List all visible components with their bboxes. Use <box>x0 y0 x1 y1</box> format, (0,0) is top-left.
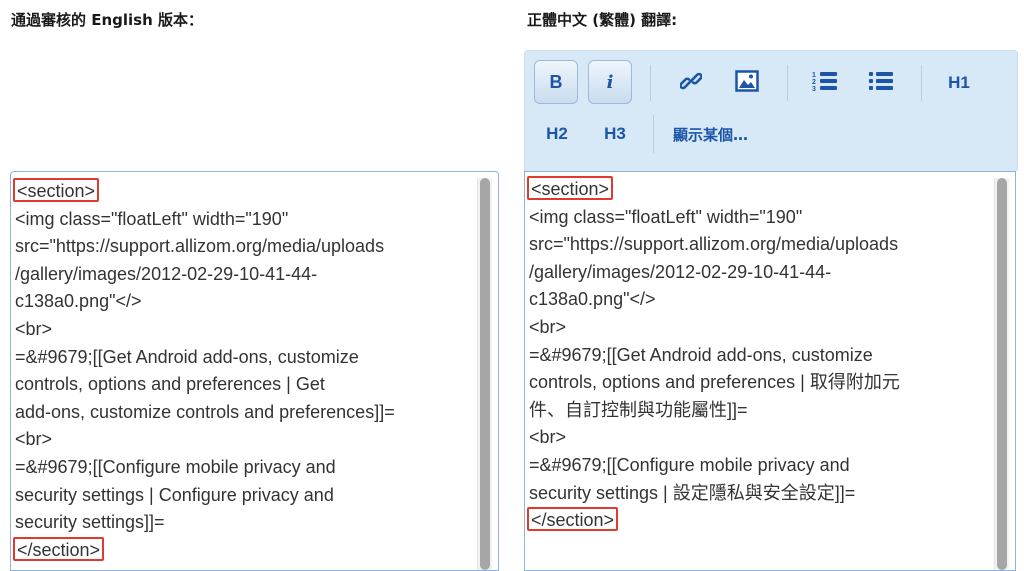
translation-textarea[interactable]: <section> <img class="floatLeft" width="… <box>524 171 1016 571</box>
code-line: src="https://support.allizom.org/media/u… <box>529 234 899 255</box>
scrollbar-thumb[interactable] <box>480 178 490 570</box>
code-line: <br> <box>15 318 53 339</box>
show-more-button[interactable]: 顯示某個… <box>673 118 748 150</box>
svg-text:1: 1 <box>812 72 816 79</box>
toolbar-separator <box>653 115 654 153</box>
code-line: <img class="floatLeft" width="190" <box>529 206 803 227</box>
bullet-list-icon <box>868 69 894 98</box>
code-line: src="https://support.allizom.org/media/u… <box>15 236 385 257</box>
code-line: =&#9679;[[Get Android add-ons, customize <box>529 344 873 365</box>
code-line: security settings | 設定隱私與安全設定]]= <box>529 482 856 503</box>
numbered-list-icon: 1 2 3 <box>812 69 838 98</box>
code-line: c138a0.png"</> <box>15 291 142 312</box>
code-line: 件、自訂控制與功能屬性]]= <box>529 399 748 420</box>
code-line: <br> <box>15 429 53 450</box>
h1-button[interactable]: H1 <box>939 67 979 99</box>
code-line: =&#9679;[[Configure mobile privacy and <box>15 456 336 477</box>
numbered-list-button[interactable]: 1 2 3 <box>809 67 841 99</box>
code-line: <br> <box>529 427 567 448</box>
scrollbar[interactable] <box>994 178 1009 570</box>
svg-text:2: 2 <box>812 79 816 86</box>
image-button[interactable] <box>731 67 763 99</box>
code-line: add-ons, customize controls and preferen… <box>15 401 395 422</box>
code-line: security settings | Configure privacy an… <box>15 484 334 505</box>
scrollbar-thumb[interactable] <box>997 178 1007 570</box>
code-line: /gallery/images/2012-02-29-10-41-44- <box>529 261 832 282</box>
code-line: /gallery/images/2012-02-29-10-41-44- <box>15 263 318 284</box>
translation-heading: 正體中文 (繁體) 翻譯: <box>527 11 678 29</box>
source-textarea[interactable]: <section> <img class="floatLeft" width="… <box>10 171 499 571</box>
section-close-highlight: </section> <box>13 536 105 561</box>
h3-button[interactable]: H3 <box>595 118 635 150</box>
code-line: <br> <box>529 316 567 337</box>
link-button[interactable] <box>675 67 707 99</box>
code-line: =&#9679;[[Configure mobile privacy and <box>529 454 850 475</box>
image-icon <box>735 69 759 97</box>
link-icon <box>679 70 703 97</box>
svg-text:3: 3 <box>812 86 816 93</box>
italic-button[interactable]: i <box>588 60 632 104</box>
toolbar-separator <box>787 65 788 101</box>
section-close-highlight: </section> <box>527 507 619 532</box>
h2-button[interactable]: H2 <box>537 118 577 150</box>
source-heading: 通過審核的 English 版本： <box>11 11 203 29</box>
code-line: controls, options and preferences | 取得附加… <box>529 372 900 393</box>
section-open-highlight: <section> <box>527 176 614 200</box>
code-line: =&#9679;[[Get Android add-ons, customize <box>15 346 359 367</box>
toolbar-separator <box>650 65 651 101</box>
scrollbar[interactable] <box>477 178 492 570</box>
code-line: security settings]]= <box>15 512 165 533</box>
editor-toolbar: B i 1 2 3 H1 H2 H3 顯示某個… <box>524 50 1018 171</box>
toolbar-separator <box>921 65 922 101</box>
bold-button[interactable]: B <box>534 60 578 104</box>
code-line: c138a0.png"</> <box>529 289 656 310</box>
section-open-highlight: <section> <box>13 178 100 202</box>
bullet-list-button[interactable] <box>865 67 897 99</box>
code-line: <img class="floatLeft" width="190" <box>15 208 289 229</box>
code-line: controls, options and preferences | Get <box>15 374 325 395</box>
